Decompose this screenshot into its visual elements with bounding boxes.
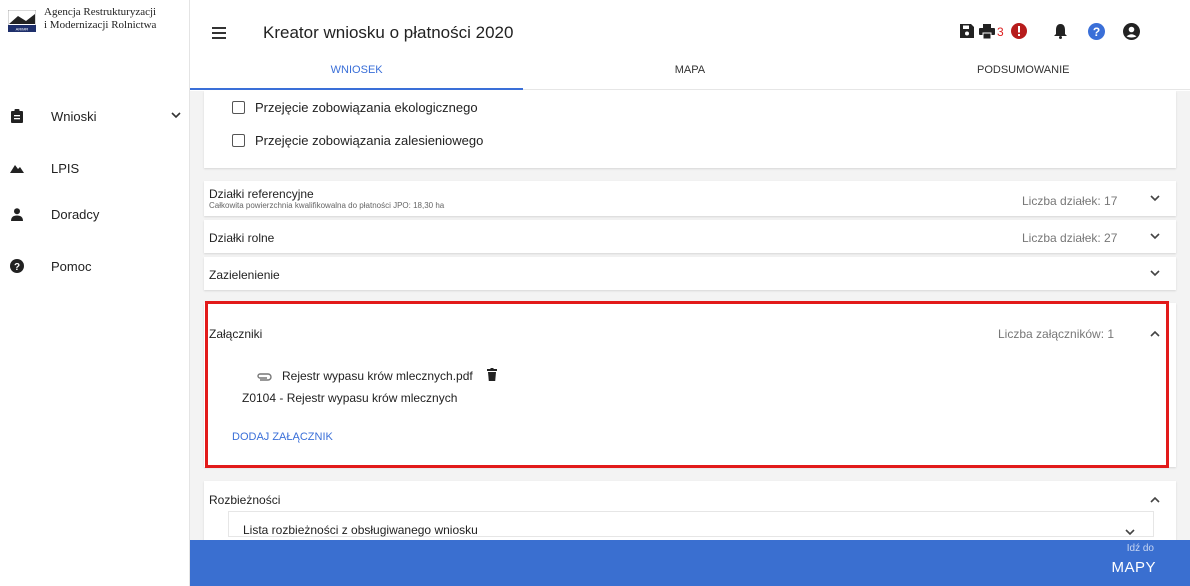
error-icon[interactable] — [1010, 22, 1028, 40]
page-title: Kreator wniosku o płatności 2020 — [263, 23, 514, 42]
panel-zazielenienie[interactable]: Zazielenienie — [204, 257, 1176, 290]
chevron-down-icon[interactable] — [1150, 194, 1160, 205]
mountain-icon — [10, 161, 24, 175]
bell-icon[interactable] — [1051, 22, 1069, 40]
parcel-count: Liczba działek: 27 — [1022, 231, 1118, 245]
panel-dzialki-referencyjne[interactable]: Działki referencyjne Całkowita powierzch… — [204, 181, 1176, 216]
panel-zalaczniki: Załączniki Liczba załączników: 1 Rejestr… — [204, 303, 1176, 467]
delete-icon[interactable] — [486, 368, 497, 384]
checkbox-zalesieniowe[interactable] — [232, 134, 245, 147]
go-to-label: Idź do — [1126, 543, 1154, 554]
checkbox-label: Przejęcie zobowiązania zalesieniowego — [255, 133, 484, 148]
tab-mapa[interactable]: MAPA — [523, 58, 856, 89]
error-count: 3 — [997, 25, 1004, 39]
checkbox-row-zales[interactable]: Przejęcie zobowiązania zalesieniowego — [232, 133, 483, 148]
chevron-up-icon[interactable] — [1150, 329, 1160, 340]
sidebar-item-label: Doradcy — [51, 206, 100, 222]
menu-icon[interactable] — [212, 27, 226, 39]
sidebar-item-label: Pomoc — [51, 258, 92, 274]
go-to-map-button[interactable]: Idź do MAPY — [190, 540, 1190, 586]
account-icon[interactable] — [1122, 22, 1140, 40]
panel-title: Działki rolne — [209, 231, 275, 245]
attachment-icon — [256, 370, 272, 384]
attachment-file-row: Rejestr wypasu krów mlecznych.pdf — [256, 368, 497, 384]
svg-text:ARiMR: ARiMR — [16, 27, 29, 32]
sidebar-item-lpis[interactable]: LPIS — [0, 156, 190, 180]
sidebar-item-pomoc[interactable]: ? Pomoc — [0, 254, 190, 278]
svg-text:?: ? — [1092, 25, 1099, 39]
commitments-card: Przejęcie zobowiązania ekologicznego Prz… — [204, 91, 1176, 168]
panel-title: Zazielenienie — [209, 268, 280, 282]
go-to-target: MAPY — [1111, 559, 1156, 576]
chevron-down-icon[interactable] — [1125, 523, 1135, 540]
chevron-down-icon[interactable] — [171, 110, 181, 122]
help-icon: ? — [10, 259, 24, 273]
chevron-up-icon[interactable] — [1150, 495, 1160, 506]
sidebar-item-doradcy[interactable]: Doradcy — [0, 202, 190, 226]
discrepancy-list-label: Lista rozbieżności z obsługiwanego wnios… — [243, 523, 478, 537]
panel-rozbieznosci: Rozbieżności Lista rozbieżności z obsług… — [204, 481, 1176, 540]
org-name-line1: Agencja Restrukturyzacji — [44, 6, 157, 18]
sidebar-item-label: LPIS — [51, 160, 80, 176]
chevron-down-icon[interactable] — [1150, 269, 1160, 280]
arimr-logo-icon: ARiMR — [7, 9, 37, 33]
panel-title[interactable]: Załączniki — [209, 327, 262, 341]
checkbox-row-eko[interactable]: Przejęcie zobowiązania ekologicznego — [232, 100, 478, 115]
add-attachment-button[interactable]: DODAJ ZAŁĄCZNIK — [232, 431, 333, 443]
tab-wniosek[interactable]: WNIOSEK — [190, 58, 524, 90]
person-icon — [10, 207, 24, 221]
attachment-type: Z0104 - Rejestr wypasu krów mlecznych — [242, 391, 458, 405]
clipboard-icon — [10, 109, 24, 123]
panel-title[interactable]: Rozbieżności — [209, 493, 280, 507]
checkbox-label: Przejęcie zobowiązania ekologicznego — [255, 100, 478, 115]
org-name-line2: i Modernizacji Rolnictwa — [44, 19, 157, 31]
svg-text:?: ? — [14, 262, 20, 273]
panel-subtitle: Całkowita powierzchnia kwalifikowalna do… — [209, 201, 445, 210]
checkbox-ekologiczne[interactable] — [232, 101, 245, 114]
save-icon[interactable] — [958, 22, 976, 40]
sidebar-item-label: Wnioski — [51, 108, 97, 124]
chevron-down-icon[interactable] — [1150, 232, 1160, 243]
main-content[interactable]: Przejęcie zobowiązania ekologicznego Prz… — [190, 91, 1190, 540]
tab-bar: WNIOSEK MAPA PODSUMOWANIE — [190, 58, 1190, 90]
org-logo[interactable]: ARiMR Agencja Restrukturyzacji i Moderni… — [7, 6, 188, 46]
sidebar: ARiMR Agencja Restrukturyzacji i Moderni… — [0, 0, 190, 586]
parcel-count: Liczba działek: 17 — [1022, 194, 1118, 208]
attachment-file-name[interactable]: Rejestr wypasu krów mlecznych.pdf — [282, 369, 473, 383]
discrepancy-list-item[interactable]: Lista rozbieżności z obsługiwanego wnios… — [228, 511, 1154, 537]
attachment-count: Liczba załączników: 1 — [998, 327, 1115, 341]
org-name: Agencja Restrukturyzacji i Modernizacji … — [44, 6, 156, 32]
sidebar-item-wnioski[interactable]: Wnioski — [0, 104, 190, 128]
print-icon[interactable] — [978, 22, 996, 40]
panel-dzialki-rolne[interactable]: Działki rolne Liczba działek: 27 — [204, 220, 1176, 253]
help-icon[interactable]: ? — [1087, 22, 1105, 40]
panel-title: Działki referencyjne — [209, 187, 314, 201]
tab-podsumowanie[interactable]: PODSUMOWANIE — [857, 58, 1190, 89]
